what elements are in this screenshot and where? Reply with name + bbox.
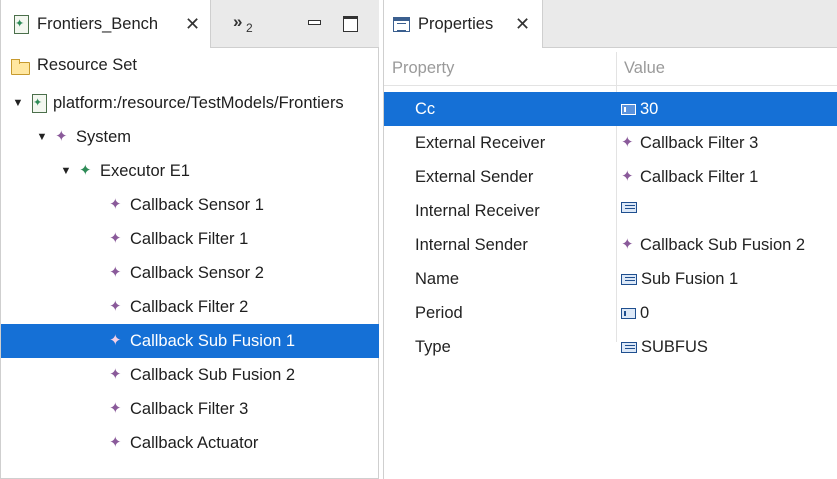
value-text: SUBFUS — [641, 338, 708, 356]
property-name: External Receiver — [415, 134, 546, 152]
expanded-triangle-icon[interactable]: ▼ — [59, 165, 73, 177]
tree-item-label: Callback Filter 2 — [130, 297, 249, 316]
value-text: 0 — [640, 304, 650, 322]
close-icon[interactable]: ✕ — [185, 15, 200, 33]
tree-item-callback-sub-fusion-2[interactable]: Callback Sub Fusion 2 — [1, 358, 379, 392]
property-name: Name — [415, 270, 460, 288]
text-icon — [621, 202, 637, 213]
left-tab-bar: Frontiers_Bench ✕ » 2 — [1, 0, 379, 48]
properties-table-header: Property Value — [384, 52, 837, 86]
properties-view: Properties ✕ Property Value Cc 30 Extern… — [383, 0, 837, 479]
property-name: Cc — [415, 100, 436, 118]
minimize-icon[interactable] — [306, 14, 322, 30]
diamond-icon — [621, 133, 636, 151]
property-row-name[interactable]: Name Sub Fusion 1 — [384, 262, 837, 296]
number-icon — [621, 308, 636, 319]
tree-item-system[interactable]: ▼ System — [1, 120, 379, 154]
property-value[interactable]: Callback Filter 3 — [621, 133, 759, 153]
value-text: Callback Filter 3 — [640, 134, 759, 152]
diamond-icon — [621, 235, 636, 253]
model-file-icon — [31, 94, 47, 113]
tree-item-label: Executor E1 — [100, 161, 190, 180]
property-row-external-receiver[interactable]: External Receiver Callback Filter 3 — [384, 126, 837, 160]
tree-item-callback-actuator[interactable]: Callback Actuator — [1, 426, 379, 460]
text-icon — [621, 274, 637, 285]
property-row-cc[interactable]: Cc 30 — [384, 92, 837, 126]
resource-set-header[interactable]: Resource Set — [1, 49, 379, 82]
property-name: Internal Sender — [415, 236, 528, 254]
tree-item-label: Callback Filter 3 — [130, 399, 249, 418]
tab-frontiers-bench[interactable]: Frontiers_Bench ✕ — [1, 0, 211, 48]
folder-icon — [11, 58, 30, 75]
tree-item-platform-resource[interactable]: ▼ platform:/resource/TestModels/Frontier… — [1, 86, 379, 120]
diamond-green-icon — [79, 161, 94, 179]
tab-label: Frontiers_Bench — [37, 14, 159, 33]
value-text: Callback Filter 1 — [640, 168, 759, 186]
tree-item-label: Callback Sensor 2 — [130, 263, 264, 282]
tab-properties[interactable]: Properties ✕ — [384, 0, 543, 48]
property-value[interactable]: 0 — [621, 304, 649, 323]
properties-icon — [393, 16, 410, 32]
property-value[interactable] — [621, 202, 641, 213]
close-icon[interactable]: ✕ — [515, 15, 530, 33]
property-value[interactable]: Callback Sub Fusion 2 — [621, 235, 806, 255]
tree-item-label: Callback Actuator — [130, 433, 259, 452]
right-tab-bar: Properties ✕ — [384, 0, 837, 48]
tree-item-executor-e1[interactable]: ▼ Executor E1 — [1, 154, 379, 188]
diamond-icon — [55, 127, 70, 145]
diamond-icon — [109, 399, 124, 417]
property-value[interactable]: 30 — [621, 100, 658, 119]
diamond-icon — [109, 263, 124, 281]
tree-item-callback-sensor-1[interactable]: Callback Sensor 1 — [1, 188, 379, 222]
model-explorer-view: Frontiers_Bench ✕ » 2 Resource Set ▼ pla… — [0, 0, 379, 479]
property-row-type[interactable]: Type SUBFUS — [384, 330, 837, 364]
tree-item-callback-filter-3[interactable]: Callback Filter 3 — [1, 392, 379, 426]
diamond-icon — [109, 195, 124, 213]
value-text: Callback Sub Fusion 2 — [640, 236, 806, 254]
tree-item-label: Callback Filter 1 — [130, 229, 249, 248]
overflow-tabs-icon[interactable]: » — [233, 12, 243, 32]
resource-set-label: Resource Set — [37, 56, 137, 74]
tree-item-label: Callback Sub Fusion 1 — [130, 331, 296, 350]
tree-item-label: Callback Sensor 1 — [130, 195, 264, 214]
property-value[interactable]: SUBFUS — [621, 338, 708, 357]
tree-item-callback-filter-1[interactable]: Callback Filter 1 — [1, 222, 379, 256]
value-text: 30 — [640, 100, 659, 118]
tree-item-label: System — [76, 127, 132, 146]
tree-item-label: platform:/resource/TestModels/Frontiers — [53, 93, 344, 112]
expanded-triangle-icon[interactable]: ▼ — [35, 131, 49, 143]
tree-item-label: Callback Sub Fusion 2 — [130, 365, 296, 384]
model-file-icon — [13, 15, 29, 34]
overflow-count: 2 — [246, 21, 253, 35]
diamond-icon — [109, 229, 124, 247]
tree-item-callback-sensor-2[interactable]: Callback Sensor 2 — [1, 256, 379, 290]
column-header-value[interactable]: Value — [624, 59, 665, 78]
tree-item-callback-filter-2[interactable]: Callback Filter 2 — [1, 290, 379, 324]
diamond-icon — [109, 433, 124, 451]
expanded-triangle-icon[interactable]: ▼ — [11, 97, 25, 109]
text-icon — [621, 342, 637, 353]
property-name: External Sender — [415, 168, 534, 186]
column-header-property[interactable]: Property — [392, 59, 454, 78]
tab-label: Properties — [418, 14, 494, 33]
property-row-internal-receiver[interactable]: Internal Receiver — [384, 194, 837, 228]
value-text: Sub Fusion 1 — [641, 270, 739, 288]
property-name: Type — [415, 338, 451, 356]
property-name: Internal Receiver — [415, 202, 540, 220]
tree-item-callback-sub-fusion-1[interactable]: Callback Sub Fusion 1 — [1, 324, 379, 358]
property-value[interactable]: Sub Fusion 1 — [621, 270, 738, 289]
diamond-icon — [109, 365, 124, 383]
property-row-period[interactable]: Period 0 — [384, 296, 837, 330]
diamond-icon — [109, 297, 124, 315]
number-icon — [621, 104, 636, 115]
diamond-pink-icon — [109, 331, 124, 349]
property-name: Period — [415, 304, 463, 322]
diamond-icon — [621, 167, 636, 185]
property-value[interactable]: Callback Filter 1 — [621, 167, 759, 187]
property-row-external-sender[interactable]: External Sender Callback Filter 1 — [384, 160, 837, 194]
property-row-internal-sender[interactable]: Internal Sender Callback Sub Fusion 2 — [384, 228, 837, 262]
maximize-icon[interactable] — [342, 14, 358, 32]
